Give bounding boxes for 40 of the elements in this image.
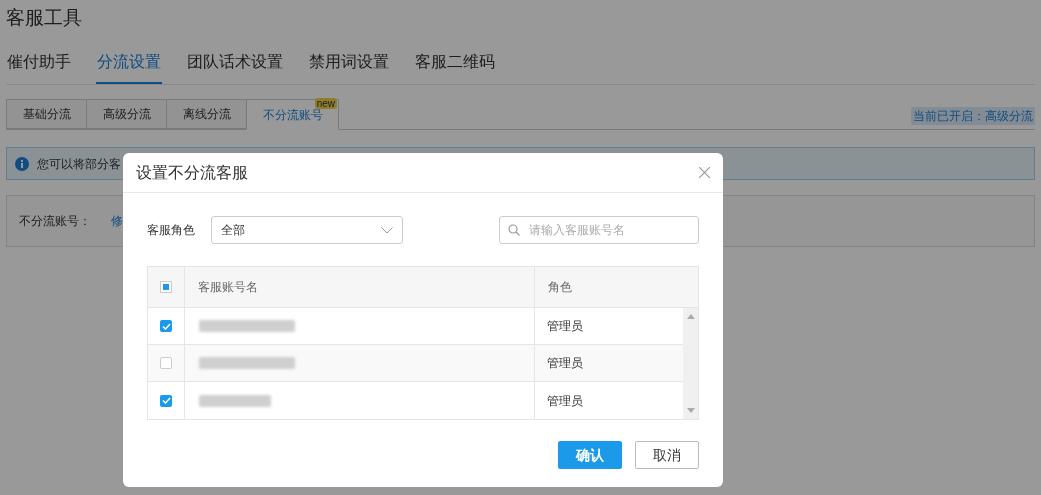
scrollbar[interactable] (683, 308, 698, 419)
confirm-button[interactable]: 确认 (558, 441, 622, 469)
blurred-name-icon (199, 320, 295, 332)
chevron-down-icon (381, 226, 393, 234)
blurred-name-icon (199, 394, 271, 407)
row-checkbox[interactable] (160, 357, 172, 369)
role-cell-text: 管理员 (547, 392, 583, 410)
new-badge: new (314, 98, 337, 109)
sub-tab[interactable]: 不分流账号 new (246, 99, 339, 130)
sub-tab[interactable]: 高级分流 (86, 99, 167, 129)
row-checkbox[interactable] (160, 394, 172, 407)
page-title: 客服工具 (6, 6, 83, 30)
tab[interactable]: 禁用词设置 (308, 50, 390, 84)
scroll-down-icon[interactable] (686, 408, 695, 413)
sub-tab[interactable]: 离线分流 (166, 99, 247, 129)
sub-tab[interactable]: 基础分流 (6, 99, 87, 129)
role-filter-label: 客服角色 (147, 222, 195, 239)
cancel-button[interactable]: 取消 (635, 441, 699, 469)
panel-label: 不分流账号： (19, 213, 91, 230)
role-cell-text: 管理员 (547, 318, 583, 335)
column-header: 角色 (547, 279, 573, 296)
info-text: 您可以将部分客 (37, 155, 121, 173)
edit-link[interactable]: 修 (111, 212, 123, 230)
tab[interactable]: 分流设置 (96, 50, 162, 84)
role-dropdown[interactable]: 全部 (211, 216, 403, 244)
dialog-title: 设置不分流客服 (136, 162, 248, 183)
column-header: 客服账号名 (185, 267, 535, 307)
blurred-name-icon (199, 357, 295, 369)
current-mode-label: 当前已开启：高级分流 (911, 107, 1035, 125)
role-cell-text: 管理员 (547, 355, 583, 372)
info-icon (15, 156, 29, 171)
row-checkbox[interactable] (160, 320, 172, 332)
select-all-checkbox[interactable] (160, 281, 172, 293)
search-icon (508, 224, 520, 236)
close-icon[interactable] (699, 167, 710, 178)
tab[interactable]: 客服二维码 (414, 50, 496, 84)
search-field[interactable]: 请输入客服账号名 (499, 216, 699, 244)
scroll-up-icon[interactable] (686, 314, 695, 319)
tab[interactable]: 团队话术设置 (186, 50, 284, 84)
tab[interactable]: 催付助手 (6, 50, 72, 84)
